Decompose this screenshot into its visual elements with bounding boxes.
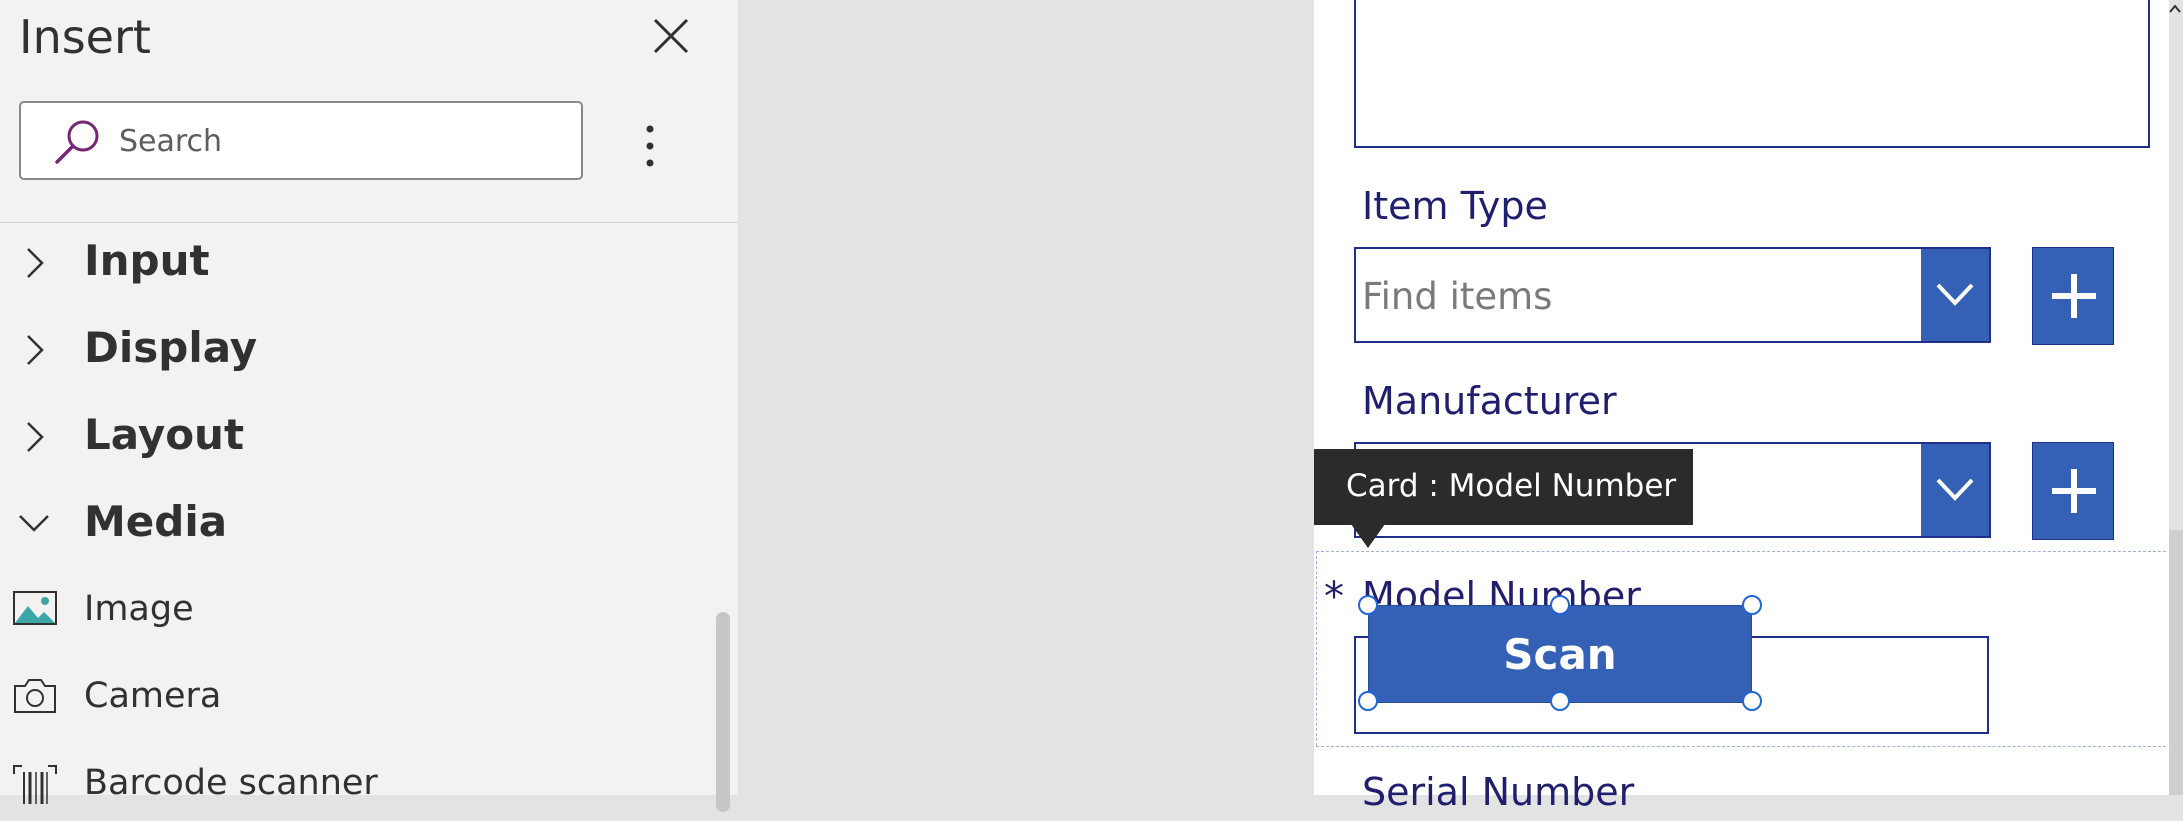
more-options-button[interactable]	[632, 116, 672, 176]
resize-handle-top-right[interactable]	[1742, 595, 1762, 615]
item-type-dropdown-button[interactable]	[1921, 249, 1989, 341]
resize-handle-bottom[interactable]	[1550, 691, 1570, 711]
search-icon	[55, 120, 99, 164]
serial-number-label: Serial Number	[1362, 770, 1635, 814]
chevron-down-icon	[1936, 283, 1974, 306]
notes-textbox[interactable]	[1354, 0, 2150, 148]
camera-icon	[14, 679, 56, 713]
item-type-combobox[interactable]: Find items	[1354, 247, 1991, 343]
manufacturer-dropdown-button[interactable]	[1921, 444, 1989, 536]
pane-title: Insert	[19, 10, 151, 64]
barcode-icon	[13, 765, 57, 804]
resize-handle-top-left[interactable]	[1358, 595, 1378, 615]
more-vertical-icon	[646, 125, 654, 167]
combobox-placeholder: Find items	[1362, 275, 1553, 318]
card-selection-border	[1316, 551, 2166, 552]
close-icon	[653, 18, 689, 54]
category-label: Input	[84, 236, 210, 285]
add-item-type-button[interactable]	[2032, 247, 2114, 345]
card-selection-border	[1316, 746, 2166, 747]
screen-scrollbar[interactable]	[2169, 530, 2183, 795]
category-label: Layout	[84, 410, 245, 459]
chevron-down-icon	[1936, 478, 1974, 501]
resize-handle-top[interactable]	[1550, 595, 1570, 615]
resize-handle-bottom-left[interactable]	[1358, 691, 1378, 711]
category-label: Display	[84, 323, 258, 372]
insert-item-label: Barcode scanner	[84, 763, 378, 803]
pane-divider	[0, 222, 738, 223]
insert-item-barcode-scanner[interactable]: Barcode scanner	[0, 751, 700, 821]
scroll-up-icon[interactable]	[2167, 0, 2183, 22]
tooltip-text: Card : Model Number	[1346, 468, 1677, 504]
search-box[interactable]	[19, 101, 583, 180]
chevron-down-icon	[19, 515, 49, 532]
manufacturer-label: Manufacturer	[1362, 379, 1617, 423]
card-selection-border	[1316, 551, 1317, 746]
chevron-right-icon	[27, 335, 44, 365]
scan-button[interactable]: Scan	[1368, 605, 1752, 703]
category-media[interactable]: Media	[0, 489, 700, 559]
search-input[interactable]	[117, 103, 561, 180]
tooltip-arrow	[1351, 524, 1385, 548]
chevron-right-icon	[27, 422, 44, 452]
card-tooltip: Card : Model Number	[1314, 449, 1693, 525]
category-layout[interactable]: Layout	[0, 402, 700, 472]
category-input[interactable]: Input	[0, 228, 700, 298]
plus-icon	[2052, 469, 2096, 513]
resize-handle-bottom-right[interactable]	[1742, 691, 1762, 711]
close-pane-button[interactable]	[645, 12, 697, 64]
insert-item-label: Image	[84, 589, 194, 629]
required-marker: *	[1324, 574, 1344, 620]
insert-item-image[interactable]: Image	[0, 577, 700, 647]
image-icon	[13, 591, 57, 625]
category-display[interactable]: Display	[0, 315, 700, 385]
pane-scrollbar[interactable]	[716, 612, 730, 812]
category-label: Media	[84, 497, 228, 546]
chevron-right-icon	[27, 248, 44, 278]
item-type-label: Item Type	[1362, 184, 1548, 228]
add-manufacturer-button[interactable]	[2032, 442, 2114, 540]
insert-item-label: Camera	[84, 676, 222, 716]
plus-icon	[2052, 274, 2096, 318]
insert-item-camera[interactable]: Camera	[0, 664, 700, 734]
